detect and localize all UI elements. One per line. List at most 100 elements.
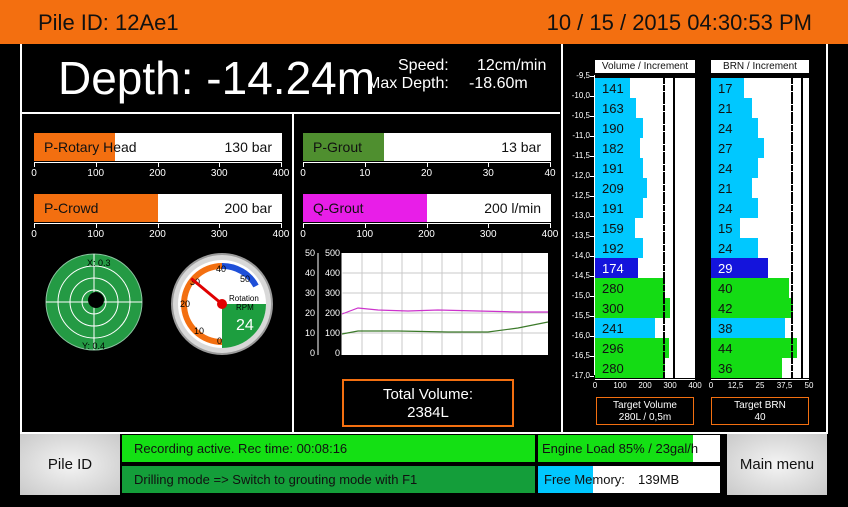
free-memory-indicator: Free Memory: 139MB [538,466,720,493]
qgrout-tick-label: 400 [541,229,559,240]
volume_table-axis-label: 300 [663,381,677,390]
brn_table-axis-label: 25 [755,381,765,390]
dial-label-0: 0 [217,336,222,346]
target-brn-box: Target BRN 40 [711,397,809,425]
crowd-tick-label: 100 [87,229,105,240]
brn_table-value: 24 [718,161,733,176]
volume_table-value: 300 [602,301,624,316]
total-volume-label: Total Volume: [382,386,474,403]
engine-load-indicator: Engine Load 85% / 23gal/h [538,435,720,462]
rotary-tick-label: 300 [210,168,228,179]
brn_table-target-line [791,258,793,278]
volume_table-value: 182 [602,141,624,156]
free-memory-label: Free Memory: [544,472,625,487]
depth-readout: Depth: -14.24m [58,52,376,104]
trend-right-tick-label: 300 [325,288,340,298]
depth-scale-label: -15,0 [571,291,590,300]
brn_table-value: 15 [718,221,733,236]
total-volume-box: Total Volume: 2384L [342,379,514,427]
p-crowd-gauge: P-Crowd 200 bar 0 100 200 300 400 [31,194,289,242]
qgrout-value: 200 l/min [484,200,541,216]
rotary-tick [281,162,282,167]
volume_table-row: 192 [595,238,695,258]
rotary-tick-label: 0 [31,168,37,179]
target-brn-value: 40 [754,412,766,423]
volume_table-axis-label: 400 [688,381,702,390]
brn_table-target-line [791,298,793,318]
grout-label: P-Grout [313,139,363,155]
brn_table-target-line [791,338,793,358]
brn_table-max-line [801,178,803,198]
volume_table-target-line [663,98,665,118]
volume_table-axis [595,379,695,380]
trend-right-tick-label: 200 [325,308,340,318]
machine-display: Pile ID: 12Ae1 10 / 15 / 2015 04:30:53 P… [0,0,848,507]
target-brn-label: Target BRN [734,400,786,411]
volume_table-row: 300 [595,298,695,318]
volume_table-value: 280 [602,281,624,296]
crowd-tick [219,223,221,228]
brn_table-value: 17 [718,81,733,96]
crowd-tick-label: 400 [272,229,290,240]
brn_table-value: 38 [718,321,733,336]
depth-scale-label: -12,5 [571,191,590,200]
brn_table-row: 24 [711,158,809,178]
trend-left-tick-label: 20 [305,308,315,318]
depth-scale-label: -15,5 [571,311,590,320]
brn_table-target-line [791,238,793,258]
volume_table-row: 159 [595,218,695,238]
grout-tick-label: 10 [359,168,371,179]
brn_table-row: 24 [711,238,809,258]
q-grout-gauge: Q-Grout 200 l/min 0 100 200 300 400 [300,194,558,242]
max-depth-value: -18.60m [469,75,528,92]
brn_table-row: 38 [711,318,809,338]
brn_table-max-line [801,358,803,378]
brn_table-row: 17 [711,78,809,98]
volume_table-value: 174 [602,261,624,276]
volume_table-max-line [673,218,675,238]
brn_table-value: 24 [718,121,733,136]
trend-right-tick-label: 0 [335,348,340,358]
volume_table-target-line [663,158,665,178]
brn_table-max-line [801,258,803,278]
brn_table-row: 21 [711,98,809,118]
qgrout-tick [426,223,428,228]
dial-label-50: 50 [240,274,250,284]
brn_table-target-line [791,138,793,158]
brn_table-target-line [791,178,793,198]
depth-scale-label: -17,0 [571,371,590,380]
depth-scale-label: -13,0 [571,211,590,220]
rotary-label: P-Rotary Head [44,139,137,155]
rotary-tick [157,162,159,167]
crowd-tick [95,223,97,228]
main-menu-button[interactable]: Main menu [727,434,827,495]
volume_table-max-line [673,278,675,298]
volume_table-max-line [673,318,675,338]
pile-id-button[interactable]: Pile ID [20,434,120,495]
volume_table-row: 296 [595,338,695,358]
volume_table-target-line [663,138,665,158]
brn_table-row: 15 [711,218,809,238]
recording-status: Recording active. Rec time: 00:08:16 [122,435,535,462]
volume_table-value: 209 [602,181,624,196]
inclination-indicator: X: 0.3 Y: 0.4 [45,253,143,351]
rotation-dial: 40 50 30 20 10 0 Rotation RPM 24 [171,253,273,355]
divider [20,432,828,434]
brn_table-target-line [791,98,793,118]
volume_table-value: 191 [602,201,624,216]
depth-scale-label: -11,0 [572,131,590,140]
brn_table-max-line [801,138,803,158]
grout-tick [426,162,428,167]
volume_table-max-line [673,178,675,198]
brn_table-axis-label: 37,5 [776,381,793,390]
divider [826,44,828,434]
volume_table-value: 141 [602,81,624,96]
trend-right-tick-label: 100 [325,328,340,338]
qgrout-tick [550,223,551,228]
brn_table-target-line [791,278,793,298]
rotary-value: 130 bar [224,139,272,155]
rotary-tick-label: 200 [149,168,166,179]
grout-tick [488,162,490,167]
grout-tick-label: 30 [482,168,494,179]
qgrout-label: Q-Grout [313,200,364,216]
